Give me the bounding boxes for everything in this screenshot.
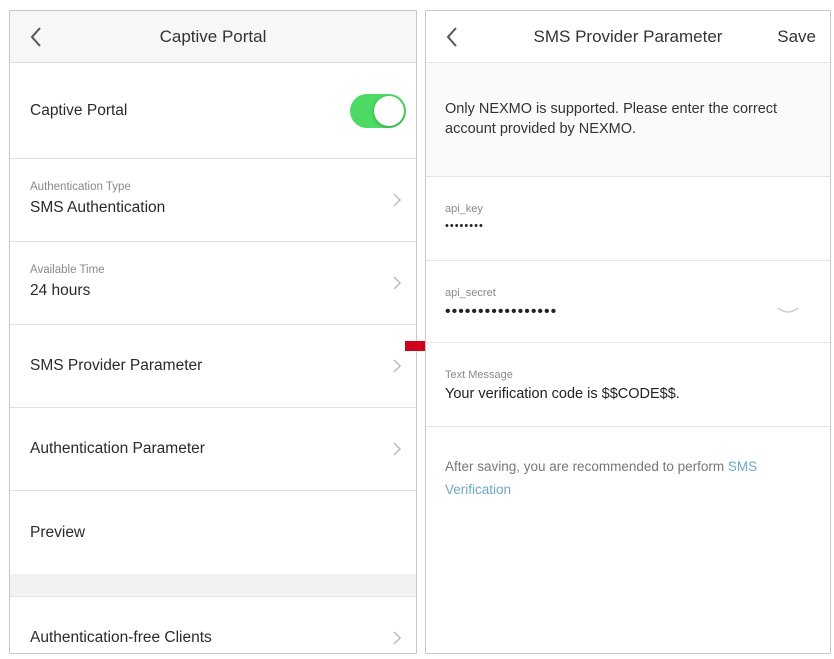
sms-provider-parameter-row[interactable]: SMS Provider Parameter <box>10 325 416 408</box>
chevron-right-icon <box>393 630 402 645</box>
back-button[interactable] <box>440 23 464 51</box>
page-title: Captive Portal <box>159 26 267 46</box>
captive-portal-screen: Captive Portal Captive Portal Authentica… <box>9 10 417 654</box>
chevron-left-icon <box>30 27 41 47</box>
api-key-value[interactable]: •••••••• <box>445 220 811 232</box>
footer-text: After saving, you are recommended to per… <box>445 459 728 474</box>
available-time-label: Available Time <box>30 264 105 276</box>
preview-row[interactable]: Preview <box>10 491 416 574</box>
sms-provider-parameter-label: SMS Provider Parameter <box>30 357 203 374</box>
authentication-type-row[interactable]: Authentication Type SMS Authentication <box>10 159 416 242</box>
text-message-field[interactable]: Text Message Your verification code is $… <box>426 343 830 427</box>
footer-hint: After saving, you are recommended to per… <box>426 427 830 501</box>
notice-text: Only NEXMO is supported. Please enter th… <box>445 101 778 137</box>
captive-portal-label: Captive Portal <box>30 101 128 119</box>
captive-portal-toggle-row: Captive Portal <box>10 63 416 159</box>
available-time-value: 24 hours <box>30 282 91 299</box>
chevron-right-icon <box>393 276 402 290</box>
back-button[interactable] <box>24 23 48 51</box>
toggle-knob <box>374 95 404 126</box>
chevron-right-icon <box>393 442 402 456</box>
authentication-free-clients-label: Authentication-free Clients <box>30 628 212 646</box>
section-gap <box>10 574 416 596</box>
captive-portal-toggle[interactable] <box>350 93 406 128</box>
authentication-type-label: Authentication Type <box>30 181 131 193</box>
authentication-parameter-label: Authentication Parameter <box>30 440 205 457</box>
save-button[interactable]: Save <box>777 27 816 47</box>
chevron-right-icon <box>393 359 402 373</box>
preview-link[interactable]: Preview <box>30 524 85 542</box>
api-key-field[interactable]: api_key •••••••• <box>426 177 830 261</box>
api-key-label: api_key <box>445 203 483 215</box>
navbar: Captive Portal <box>10 11 416 63</box>
sms-provider-parameter-screen: SMS Provider Parameter Save Only NEXMO i… <box>425 10 831 654</box>
authentication-type-value: SMS Authentication <box>30 199 166 216</box>
text-message-value[interactable]: Your verification code is $$CODE$$. <box>445 386 811 402</box>
chevron-left-icon <box>446 27 457 47</box>
eye-closed-icon[interactable] <box>776 305 800 315</box>
navbar: SMS Provider Parameter Save <box>426 11 830 63</box>
available-time-row[interactable]: Available Time 24 hours <box>10 242 416 325</box>
page-title: SMS Provider Parameter <box>533 26 723 46</box>
api-secret-label: api_secret <box>445 287 496 299</box>
text-message-label: Text Message <box>445 369 513 381</box>
api-secret-value[interactable]: ••••••••••••••••• <box>445 304 811 320</box>
api-secret-field[interactable]: api_secret ••••••••••••••••• <box>426 261 830 343</box>
notice-section: Only NEXMO is supported. Please enter th… <box>426 63 830 177</box>
authentication-parameter-row[interactable]: Authentication Parameter <box>10 408 416 491</box>
authentication-free-clients-row[interactable]: Authentication-free Clients <box>10 596 416 653</box>
chevron-right-icon <box>393 193 402 207</box>
